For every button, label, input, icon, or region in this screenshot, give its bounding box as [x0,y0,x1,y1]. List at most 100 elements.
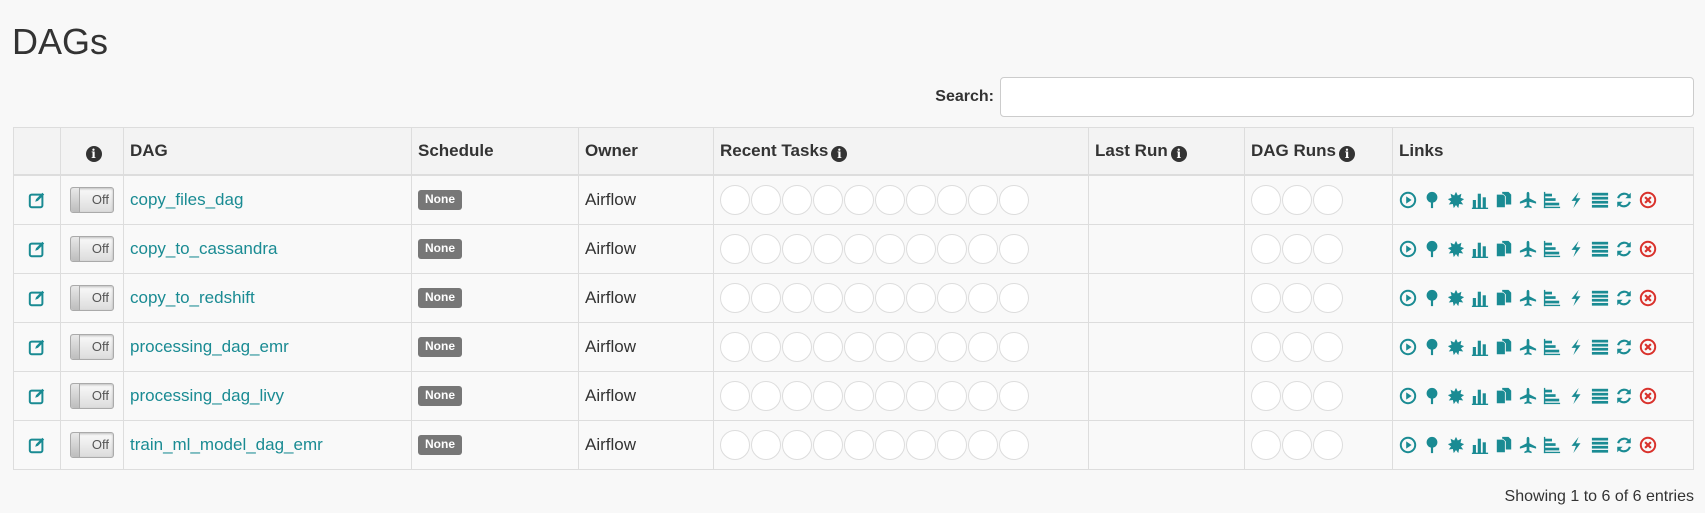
refresh-icon[interactable] [1615,387,1633,405]
details-icon[interactable] [1567,289,1585,307]
graph-view-icon[interactable] [1447,436,1465,454]
recent-task-status-circle[interactable] [844,430,874,460]
dag-name-link[interactable]: processing_dag_emr [130,337,289,356]
delete-dag-icon[interactable] [1639,191,1657,209]
tree-view-icon[interactable] [1423,338,1441,356]
recent-task-status-circle[interactable] [906,381,936,411]
dag-name-link[interactable]: train_ml_model_dag_emr [130,435,323,454]
recent-task-status-circle[interactable] [720,332,750,362]
recent-task-status-circle[interactable] [999,332,1029,362]
gantt-icon[interactable] [1519,191,1537,209]
dag-pause-toggle[interactable]: Off [70,334,114,360]
recent-task-status-circle[interactable] [937,234,967,264]
landing-times-icon[interactable] [1495,387,1513,405]
dag-name-link[interactable]: copy_files_dag [130,190,243,209]
refresh-icon[interactable] [1615,289,1633,307]
edit-icon[interactable] [28,191,46,209]
recent-task-status-circle[interactable] [999,381,1029,411]
tries-chart-icon[interactable] [1471,240,1489,258]
dag-run-status-circle[interactable] [1251,283,1281,313]
tree-view-icon[interactable] [1423,436,1441,454]
trigger-dag-icon[interactable] [1399,289,1417,307]
details-icon[interactable] [1567,240,1585,258]
dag-run-status-circle[interactable] [1313,234,1343,264]
tree-view-icon[interactable] [1423,289,1441,307]
dag-name-link[interactable]: copy_to_redshift [130,288,255,307]
dag-run-status-circle[interactable] [1282,185,1312,215]
recent-task-status-circle[interactable] [720,234,750,264]
dag-run-status-circle[interactable] [1313,283,1343,313]
recent-task-status-circle[interactable] [906,185,936,215]
recent-task-status-circle[interactable] [937,283,967,313]
dag-name-link[interactable]: processing_dag_livy [130,386,284,405]
recent-task-status-circle[interactable] [968,332,998,362]
recent-task-status-circle[interactable] [906,332,936,362]
details-icon[interactable] [1567,387,1585,405]
recent-task-status-circle[interactable] [751,234,781,264]
landing-times-icon[interactable] [1495,240,1513,258]
recent-task-status-circle[interactable] [906,430,936,460]
edit-icon[interactable] [28,387,46,405]
recent-task-status-circle[interactable] [875,381,905,411]
recent-task-status-circle[interactable] [906,234,936,264]
dag-pause-toggle[interactable]: Off [70,432,114,458]
graph-view-icon[interactable] [1447,289,1465,307]
trigger-dag-icon[interactable] [1399,387,1417,405]
dag-pause-toggle[interactable]: Off [70,187,114,213]
edit-icon[interactable] [28,240,46,258]
trigger-dag-icon[interactable] [1399,191,1417,209]
recent-task-status-circle[interactable] [937,430,967,460]
recent-task-status-circle[interactable] [968,430,998,460]
delete-dag-icon[interactable] [1639,338,1657,356]
logs-icon[interactable] [1591,289,1609,307]
dag-run-status-circle[interactable] [1251,381,1281,411]
info-icon[interactable]: i [85,145,102,162]
logs-icon[interactable] [1591,387,1609,405]
details-icon[interactable] [1567,191,1585,209]
logs-icon[interactable] [1591,240,1609,258]
code-icon[interactable] [1543,338,1561,356]
recent-task-status-circle[interactable] [968,185,998,215]
dag-run-status-circle[interactable] [1282,381,1312,411]
info-icon[interactable]: i [831,145,848,162]
refresh-icon[interactable] [1615,240,1633,258]
dag-run-status-circle[interactable] [1313,430,1343,460]
gantt-icon[interactable] [1519,338,1537,356]
logs-icon[interactable] [1591,338,1609,356]
landing-times-icon[interactable] [1495,338,1513,356]
recent-task-status-circle[interactable] [813,234,843,264]
tries-chart-icon[interactable] [1471,191,1489,209]
tries-chart-icon[interactable] [1471,289,1489,307]
dag-run-status-circle[interactable] [1313,185,1343,215]
refresh-icon[interactable] [1615,338,1633,356]
graph-view-icon[interactable] [1447,240,1465,258]
details-icon[interactable] [1567,436,1585,454]
recent-task-status-circle[interactable] [720,381,750,411]
recent-task-status-circle[interactable] [751,283,781,313]
recent-task-status-circle[interactable] [968,283,998,313]
recent-task-status-circle[interactable] [782,185,812,215]
info-icon[interactable]: i [1170,145,1187,162]
recent-task-status-circle[interactable] [844,234,874,264]
column-header-schedule[interactable]: Schedule [411,127,579,176]
dag-run-status-circle[interactable] [1282,332,1312,362]
dag-pause-toggle[interactable]: Off [70,383,114,409]
trigger-dag-icon[interactable] [1399,436,1417,454]
details-icon[interactable] [1567,338,1585,356]
dag-run-status-circle[interactable] [1251,332,1281,362]
recent-task-status-circle[interactable] [999,430,1029,460]
recent-task-status-circle[interactable] [875,234,905,264]
recent-task-status-circle[interactable] [875,185,905,215]
recent-task-status-circle[interactable] [999,185,1029,215]
landing-times-icon[interactable] [1495,436,1513,454]
recent-task-status-circle[interactable] [782,332,812,362]
column-header-dag[interactable]: DAG [123,127,412,176]
dag-run-status-circle[interactable] [1313,381,1343,411]
trigger-dag-icon[interactable] [1399,338,1417,356]
delete-dag-icon[interactable] [1639,387,1657,405]
recent-task-status-circle[interactable] [937,381,967,411]
tree-view-icon[interactable] [1423,191,1441,209]
trigger-dag-icon[interactable] [1399,240,1417,258]
code-icon[interactable] [1543,191,1561,209]
tries-chart-icon[interactable] [1471,338,1489,356]
